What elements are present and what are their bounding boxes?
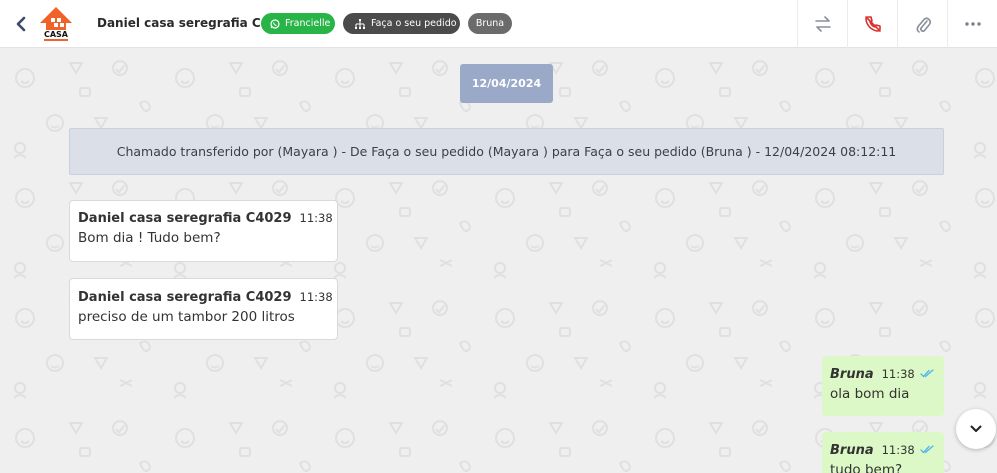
message-text: tudo bem?: [830, 462, 903, 473]
paperclip-icon: [916, 17, 931, 33]
agent-tag[interactable]: Bruna: [468, 13, 512, 34]
more-options-button[interactable]: [947, 0, 997, 48]
message-sender: Bruna: [830, 367, 874, 382]
message-time: 11:38: [881, 443, 915, 457]
attach-button[interactable]: [897, 0, 947, 48]
message-sender: Daniel casa seregrafia C4029: [78, 211, 292, 226]
more-horizontal-icon: [964, 22, 981, 26]
message-text: ola bom dia: [830, 386, 910, 402]
phone-slash-icon: [864, 16, 881, 32]
back-button[interactable]: [12, 14, 30, 34]
agent-tag-label: Bruna: [475, 18, 505, 29]
transfer-icon: [814, 16, 831, 32]
read-ticks-icon: [920, 369, 934, 378]
message-text: Bom dia ! Tudo bem?: [78, 230, 221, 246]
scroll-to-bottom-button[interactable]: [956, 409, 996, 449]
whatsapp-tag-label: Francielle: [285, 18, 331, 29]
company-logo: CASA: [38, 6, 74, 42]
message-sender: Bruna: [830, 443, 874, 458]
message-time: 11:38: [299, 211, 333, 225]
queue-tag-label: Faça o seu pedido: [371, 18, 457, 29]
chat-header: CASA Daniel casa seregrafia C4029 Franci…: [0, 0, 997, 48]
transfer-notice: Chamado transferido por (Mayara ) - De F…: [69, 128, 944, 175]
message-time: 11:38: [881, 367, 915, 381]
read-ticks-icon: [920, 445, 934, 454]
chevron-left-icon: [16, 16, 26, 32]
end-call-button[interactable]: [847, 0, 897, 48]
queue-tag[interactable]: Faça o seu pedido: [343, 13, 460, 34]
header-actions: [797, 0, 997, 48]
message-outgoing[interactable]: Bruna 11:38 tudo bem?: [822, 432, 944, 473]
logo-text: CASA: [44, 30, 69, 39]
message-incoming[interactable]: Daniel casa seregrafia C4029 11:38 preci…: [69, 278, 338, 340]
transfer-button[interactable]: [797, 0, 847, 48]
date-separator: 12/04/2024: [460, 64, 553, 103]
chevron-down-icon: [970, 425, 982, 432]
sitemap-icon: [355, 18, 365, 29]
chat-area[interactable]: 12/04/2024 Chamado transferido por (Maya…: [0, 48, 997, 473]
message-incoming[interactable]: Daniel casa seregrafia C4029 11:38 Bom d…: [69, 200, 338, 262]
message-outgoing[interactable]: Bruna 11:38 ola bom dia: [822, 356, 944, 416]
message-text: preciso de um tambor 200 litros: [78, 309, 295, 325]
message-time: 11:38: [299, 290, 333, 304]
whatsapp-icon: [270, 18, 280, 29]
whatsapp-connection-tag[interactable]: Francielle: [261, 13, 335, 34]
message-sender: Daniel casa seregrafia C4029: [78, 290, 292, 305]
